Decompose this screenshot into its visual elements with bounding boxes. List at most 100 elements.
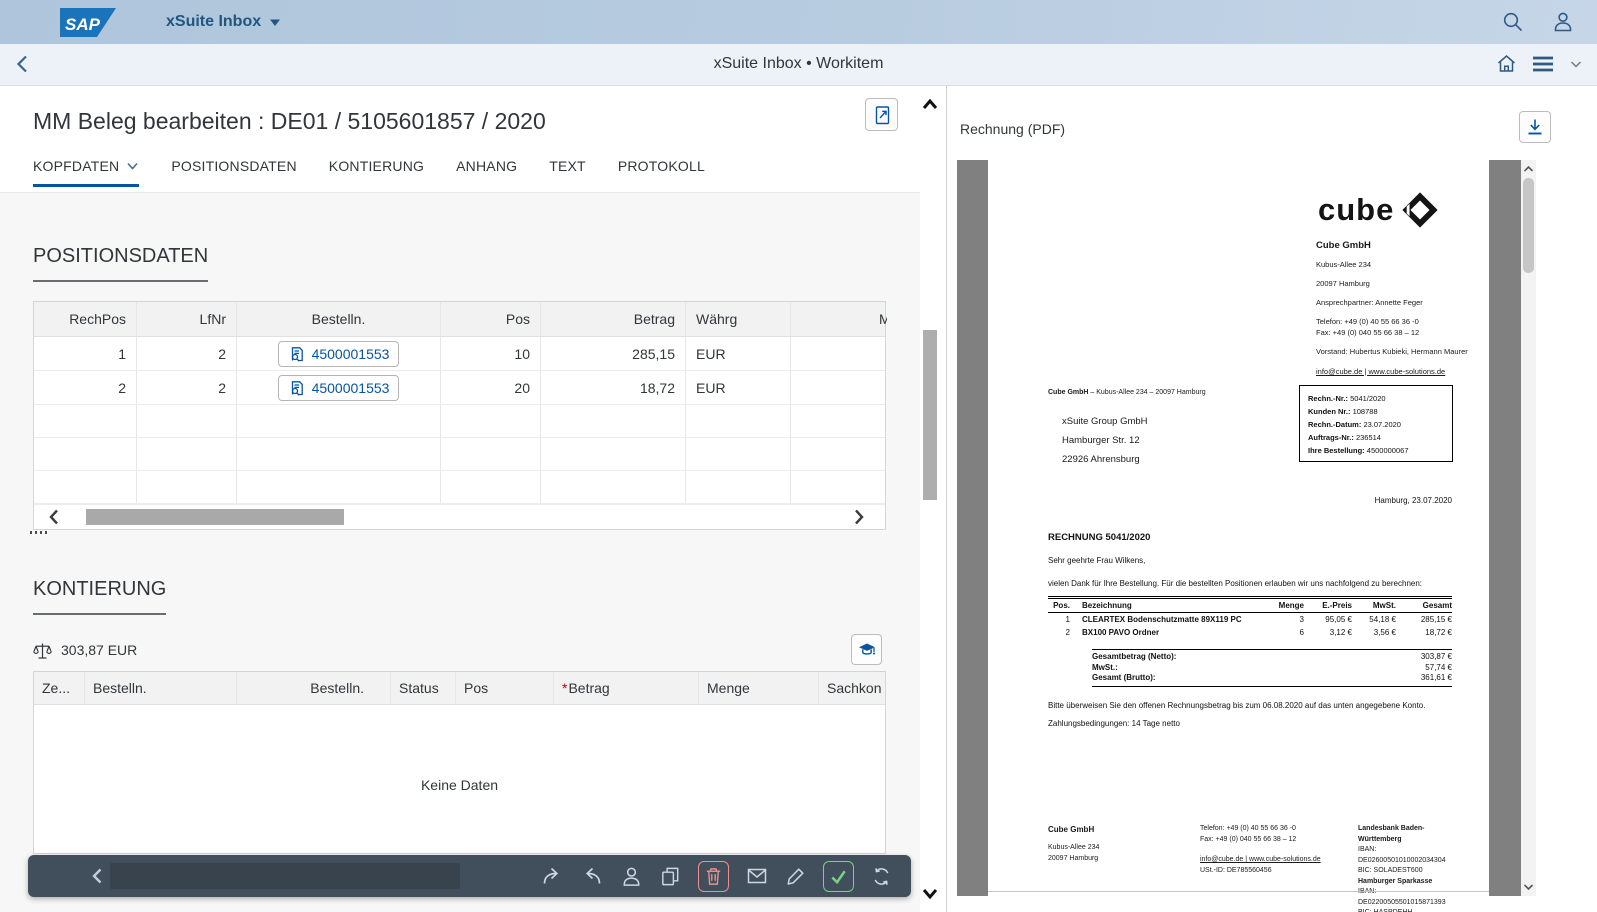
table-row-empty (34, 471, 885, 504)
meta-value: 108788 (1352, 407, 1378, 416)
item-gesamt: 18,72 € (1425, 628, 1452, 637)
invoice-page: cube Cube GmbH Kubus-Allee 234 20097 Ham… (988, 160, 1489, 912)
app-title-menu[interactable]: xSuite Inbox (166, 13, 281, 31)
recipient-city: 22926 Ahrensburg (1062, 454, 1140, 465)
email-button[interactable] (745, 864, 769, 888)
home-button[interactable] (1496, 53, 1517, 74)
cell-empty (791, 337, 887, 370)
item-menge: 3 (1299, 615, 1304, 624)
horizontal-scrollbar[interactable] (34, 504, 885, 529)
required-indicator: * (562, 680, 568, 696)
meta-value: 5041/2020 (1350, 394, 1386, 403)
column-header-bestelln-2: Bestelln. (237, 672, 391, 704)
cube-logo: cube (1318, 190, 1440, 230)
collapse-header-button[interactable] (1569, 58, 1583, 70)
sap-logo: SAP (60, 7, 116, 37)
tab-label: PROTOKOLL (617, 158, 705, 174)
refresh-button[interactable] (870, 865, 893, 888)
pdf-viewer[interactable]: cube Cube GmbH Kubus-Allee 234 20097 Ham… (957, 160, 1536, 912)
scrollbar-thumb[interactable] (923, 330, 937, 500)
undo-button[interactable] (580, 864, 604, 888)
scroll-down-button[interactable] (921, 884, 941, 904)
delete-button[interactable] (698, 860, 729, 892)
purchase-order-number: 4500001553 (311, 379, 390, 396)
purchase-order-link-button[interactable]: 4500001553 (277, 374, 400, 401)
edit-button[interactable] (785, 865, 807, 887)
pdf-scrollbar[interactable] (1521, 160, 1536, 896)
scrollbar-thumb[interactable] (1523, 178, 1534, 273)
pdf-scroll-down-button[interactable] (1521, 880, 1536, 894)
chevron-down-icon (1570, 60, 1582, 68)
tab-strip: KOPFDATEN POSITIONSDATEN KONTIERUNG ANHA… (33, 158, 705, 187)
tab-text[interactable]: TEXT (549, 158, 586, 187)
cell-empty (686, 471, 791, 503)
trash-icon (706, 867, 721, 885)
download-button[interactable] (1519, 111, 1551, 143)
tab-kopfdaten[interactable]: KOPFDATEN (33, 158, 140, 187)
menu-button[interactable] (1531, 54, 1555, 74)
object-header: MM Beleg bearbeiten : DE01 / 5105601857 … (0, 86, 920, 193)
page-header-bar: xSuite Inbox • Workitem (0, 44, 1597, 86)
cell-empty (541, 405, 686, 437)
copy-button[interactable] (659, 865, 682, 888)
person-icon (623, 867, 640, 886)
purchase-order-link-button[interactable]: 4500001553 (277, 340, 400, 367)
toolbar-scroll-left-button[interactable] (90, 867, 104, 885)
approve-button[interactable] (823, 860, 854, 892)
footer-address-column: Cube GmbH Kubus-Allee 234 20097 Hamburg (1048, 824, 1200, 912)
recipient-block: xSuite Group GmbH Hamburger Str. 12 2292… (1062, 416, 1148, 473)
tab-kontierung[interactable]: KONTIERUNG (329, 158, 424, 187)
column-header-betrag: Betrag (541, 302, 686, 336)
undo-arrow-icon (585, 867, 601, 884)
chevron-down-icon (1523, 884, 1534, 891)
footer-phone: Telefon: +49 (0) 40 55 66 36 -0 (1200, 825, 1296, 832)
footer-bic-2: BIC: HASPDEHH (1358, 908, 1454, 912)
search-button[interactable] (1501, 10, 1525, 34)
meta-row: Rechn.-Datum: 23.07.2020 (1308, 418, 1444, 431)
kontierung-toolbar: 303,87 EUR (33, 633, 886, 667)
column-header-clipped: M (791, 302, 887, 336)
payment-terms: Zahlungsbedingungen: 14 Tage netto (1048, 719, 1180, 728)
tab-anhang[interactable]: ANHANG (456, 158, 517, 187)
cell-bestelln: 4500001553 (237, 337, 441, 370)
search-icon (1503, 12, 1523, 32)
suggestion-button[interactable] (851, 634, 882, 665)
scroll-up-button[interactable] (921, 94, 941, 114)
tab-positionsdaten[interactable]: POSITIONSDATEN (171, 158, 296, 187)
tab-protokoll[interactable]: PROTOKOLL (618, 158, 705, 187)
chevron-left-icon (92, 868, 102, 884)
supplier-phone: Telefon: +49 (0) 40 55 66 36 -0 (1316, 317, 1419, 327)
scrollbar-thumb[interactable] (86, 509, 344, 525)
item-mwst: 54,18 € (1369, 615, 1396, 624)
item-name: CLEARTEX Bodenschutzmatte 89X119 PC (1082, 615, 1242, 624)
forward-button[interactable] (540, 864, 564, 888)
column-header-bestelln: Bestelln. (237, 302, 441, 336)
resize-grip[interactable] (30, 531, 49, 534)
column-header-betrag: * Betrag (554, 672, 699, 704)
toolbar-scrollbar-thumb[interactable] (110, 863, 460, 889)
cell-betrag: 18,72 (541, 371, 686, 404)
panel-vertical-scrollbar[interactable] (920, 86, 946, 912)
assign-user-button[interactable] (620, 865, 643, 888)
items-row: 1 CLEARTEX Bodenschutzmatte 89X119 PC 3 … (1048, 613, 1452, 626)
clipped-column-label: M (879, 311, 887, 327)
page-divider-line (988, 891, 1489, 892)
tab-label: ANHANG (456, 158, 518, 174)
user-profile-button[interactable] (1551, 10, 1575, 34)
cell-rechpos: 2 (34, 371, 137, 404)
footer-bank-column: Landesbank Baden-Württemberg IBAN: DE026… (1358, 824, 1454, 912)
scroll-left-button[interactable] (46, 506, 68, 528)
footer-links: info@cube.de | www.cube-solutions.de (1200, 856, 1321, 863)
footer-iban-1: IBAN: DE02600501010002034304 (1358, 846, 1446, 864)
footer-contact-column: Telefon: +49 (0) 40 55 66 36 -0 Fax: +49… (1200, 824, 1358, 912)
total-value: 303,87 € (1420, 652, 1452, 661)
footer-city: 20097 Hamburg (1048, 854, 1099, 862)
items-header-mwst: MwSt. (1372, 601, 1396, 610)
supplier-board: Vorstand: Hubertus Kubieki, Hermann Maur… (1316, 347, 1468, 357)
open-in-new-window-button[interactable] (865, 98, 898, 131)
column-header-pos: Pos (441, 302, 541, 336)
pdf-scroll-up-button[interactable] (1521, 162, 1536, 176)
scroll-right-button[interactable] (851, 506, 873, 528)
invoice-heading: RECHNUNG 5041/2020 (1048, 532, 1151, 543)
cell-empty (791, 405, 887, 437)
